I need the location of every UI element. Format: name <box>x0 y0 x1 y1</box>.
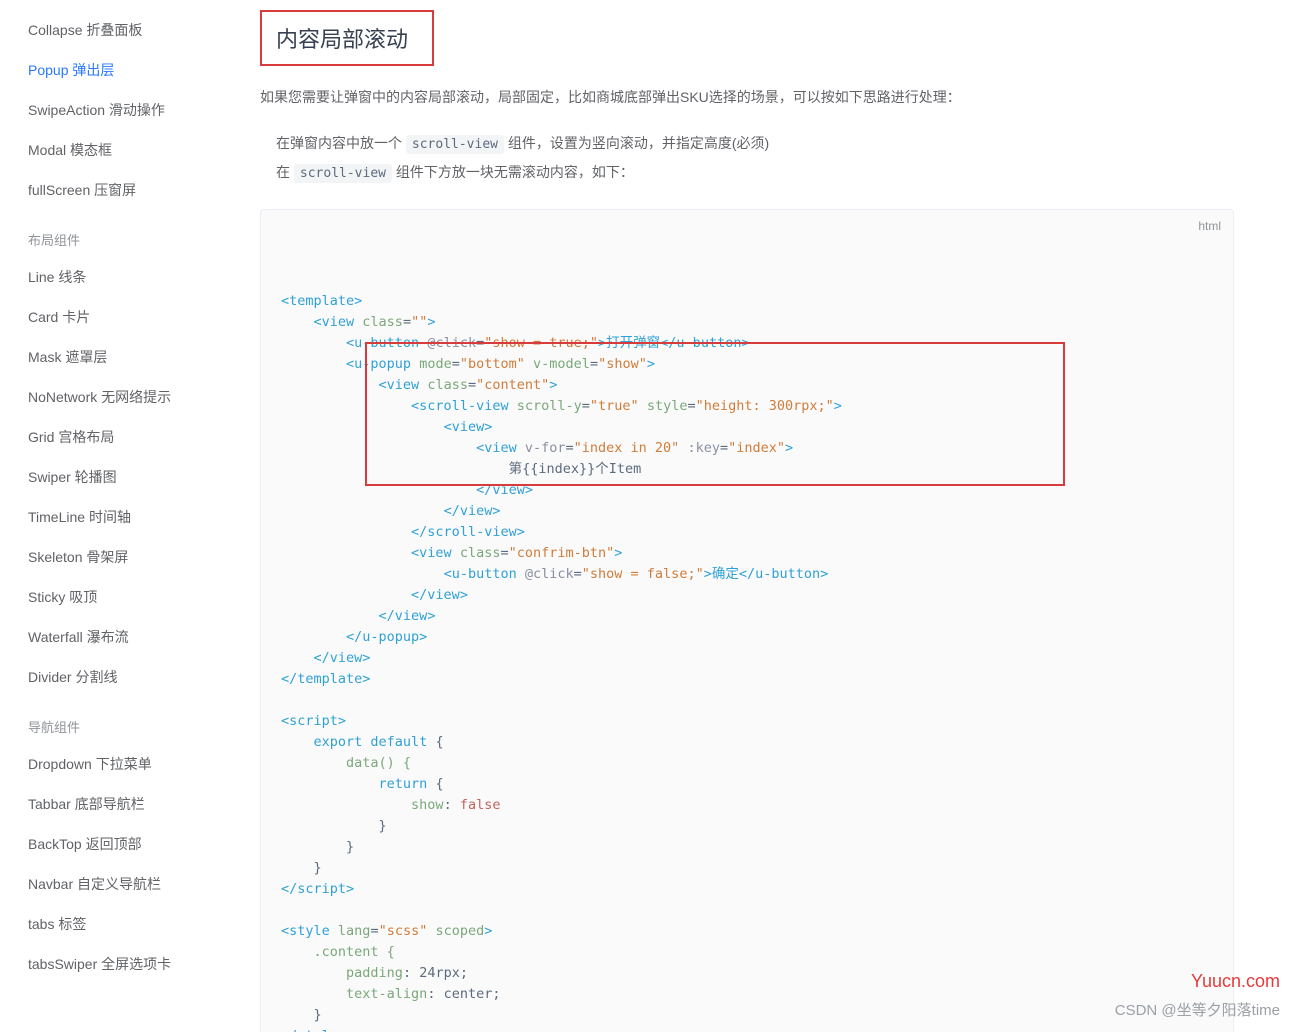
inline-code: scroll-view <box>294 164 392 183</box>
section-heading: 内容局部滚动 <box>276 22 408 54</box>
watermark-author: CSDN @坐等夕阳落time <box>1115 999 1280 1020</box>
sidebar-item[interactable]: Tabbar 底部导航栏 <box>0 784 240 824</box>
bullet-item: 在弹窗内容中放一个 scroll-view 组件，设置为竖向滚动，并指定高度(必… <box>276 129 1234 158</box>
sidebar-item[interactable]: Sticky 吸顶 <box>0 577 240 617</box>
heading-highlight: 内容局部滚动 <box>260 10 434 66</box>
sidebar-item[interactable]: Grid 宫格布局 <box>0 417 240 457</box>
section-desc: 如果您需要让弹窗中的内容局部滚动，局部固定，比如商城底部弹出SKU选择的场景，可… <box>260 84 1234 111</box>
sidebar-item[interactable]: Dropdown 下拉菜单 <box>0 744 240 784</box>
sidebar-item[interactable]: Collapse 折叠面板 <box>0 10 240 50</box>
sidebar-item[interactable]: Popup 弹出层 <box>0 50 240 90</box>
watermark-site: Yuucn.com <box>1191 971 1280 992</box>
inline-code: scroll-view <box>406 135 504 154</box>
sidebar-item[interactable]: BackTop 返回顶部 <box>0 824 240 864</box>
code-lang-label: html <box>1198 216 1221 237</box>
sidebar-item[interactable]: Swiper 轮播图 <box>0 457 240 497</box>
sidebar-item[interactable]: Divider 分割线 <box>0 657 240 697</box>
sidebar-item[interactable]: tabs 标签 <box>0 904 240 944</box>
sidebar-item[interactable]: Line 线条 <box>0 257 240 297</box>
sidebar-item[interactable]: Card 卡片 <box>0 297 240 337</box>
bullet-list: 在弹窗内容中放一个 scroll-view 组件，设置为竖向滚动，并指定高度(必… <box>260 129 1234 188</box>
sidebar: Collapse 折叠面板Popup 弹出层SwipeAction 滑动操作Mo… <box>0 0 240 1032</box>
main-content: 内容局部滚动 如果您需要让弹窗中的内容局部滚动，局部固定，比如商城底部弹出SKU… <box>240 0 1294 1032</box>
sidebar-item[interactable]: tabsSwiper 全屏选项卡 <box>0 944 240 984</box>
code-block: html <template> <view class=""> <u-butto… <box>260 209 1234 1032</box>
sidebar-item[interactable]: TimeLine 时间轴 <box>0 497 240 537</box>
sidebar-group-layout: 布局组件 <box>0 210 240 257</box>
sidebar-item[interactable]: Mask 遮罩层 <box>0 337 240 377</box>
sidebar-group-nav: 导航组件 <box>0 697 240 744</box>
sidebar-item[interactable]: NoNetwork 无网络提示 <box>0 377 240 417</box>
sidebar-item[interactable]: Modal 模态框 <box>0 130 240 170</box>
sidebar-item[interactable]: SwipeAction 滑动操作 <box>0 90 240 130</box>
bullet-item: 在 scroll-view 组件下方放一块无需滚动内容，如下： <box>276 158 1234 187</box>
sidebar-item[interactable]: Navbar 自定义导航栏 <box>0 864 240 904</box>
sidebar-item[interactable]: Waterfall 瀑布流 <box>0 617 240 657</box>
sidebar-item[interactable]: Skeleton 骨架屏 <box>0 537 240 577</box>
sidebar-item[interactable]: fullScreen 压窗屏 <box>0 170 240 210</box>
